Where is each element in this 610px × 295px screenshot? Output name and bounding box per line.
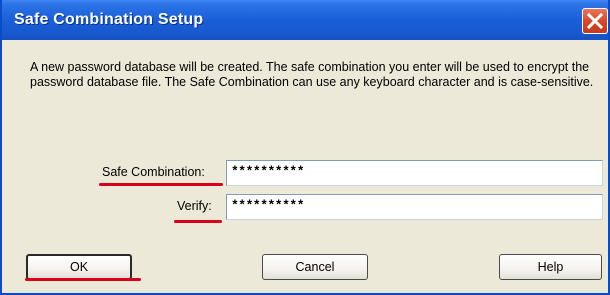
annotation-underline-safe-combination [99,183,223,186]
safe-combination-dialog: Safe Combination Setup A new password da… [0,0,610,295]
ok-button-label: OK [69,260,89,274]
cancel-button[interactable]: Cancel [262,254,368,280]
help-button[interactable]: Help [499,254,602,280]
title-bar[interactable]: Safe Combination Setup [2,0,608,40]
description-text: A new password database will be created.… [30,60,594,89]
close-icon [586,12,604,30]
safe-combination-input[interactable]: ********** [226,160,603,186]
annotation-underline-verify [174,220,222,223]
help-button-label: Help [537,260,564,274]
verify-input[interactable]: ********** [226,194,603,220]
ok-button[interactable]: OK [26,254,132,280]
annotation-underline-ok [25,278,141,281]
verify-label: Verify: [177,199,212,213]
safe-combination-label: Safe Combination: [102,165,205,179]
dialog-title: Safe Combination Setup [14,11,204,28]
close-button[interactable] [582,8,608,34]
cancel-button-label: Cancel [295,260,335,274]
